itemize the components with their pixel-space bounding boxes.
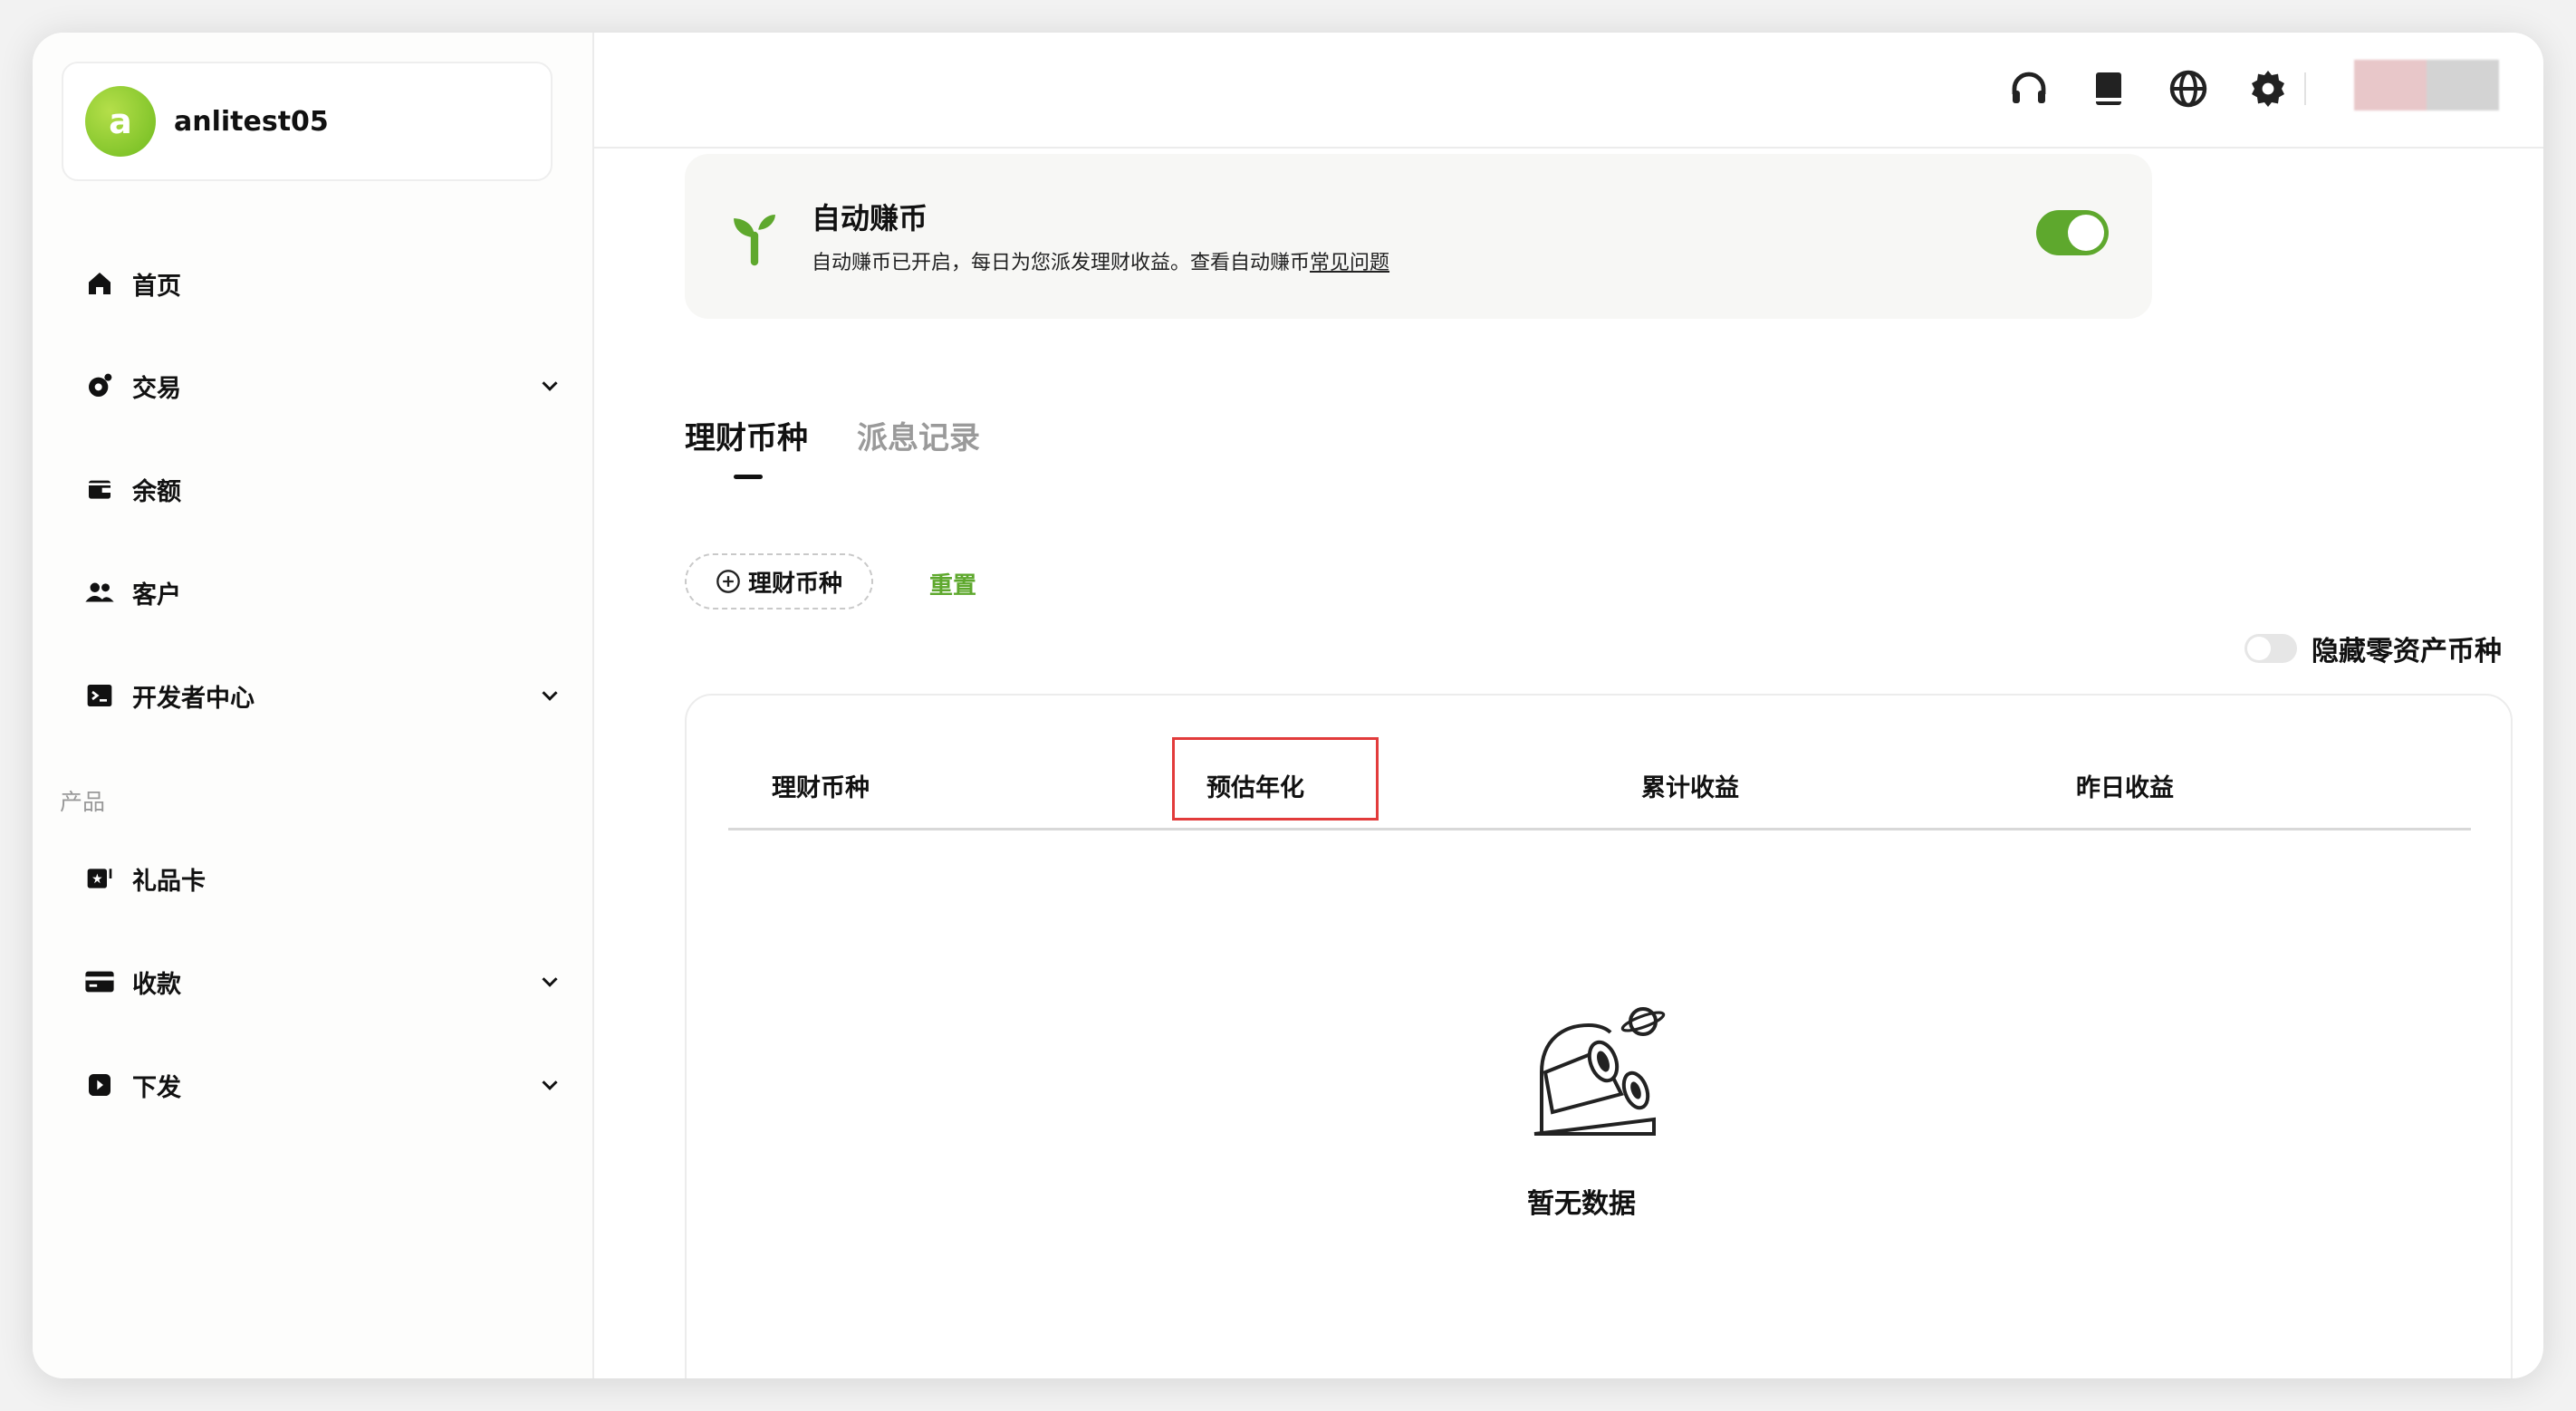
- app-window: a anlitest05 首页 交易 余额 客户 开发者中心 产品 礼品卡 收款…: [33, 33, 2543, 1378]
- tab-interest-records[interactable]: 派息记录: [857, 413, 980, 457]
- card-icon: [83, 965, 116, 998]
- customers-icon: [83, 576, 116, 609]
- sidebar-item-label: 首页: [132, 272, 181, 301]
- sidebar: a anlitest05 首页 交易 余额 客户 开发者中心 产品 礼品卡 收款…: [33, 33, 594, 1378]
- binoculars-empty-icon: [1533, 1007, 1666, 1136]
- coin-filter-label: 理财币种: [747, 570, 842, 598]
- hide-zero-label: 隐藏零资产币种: [2312, 636, 2502, 667]
- sidebar-item-collection[interactable]: 收款: [83, 955, 563, 1009]
- chevron-down-icon[interactable]: [536, 682, 563, 709]
- sidebar-item-developer[interactable]: 开发者中心: [83, 668, 563, 723]
- globe-icon[interactable]: [2167, 67, 2210, 110]
- sidebar-item-transaction[interactable]: 交易: [83, 359, 563, 413]
- sidebar-item-label: 客户: [132, 581, 181, 610]
- banner-desc-text: 自动赚币已开启，每日为您派发理财收益。查看自动赚币: [812, 252, 1311, 274]
- payout-icon: [83, 1069, 116, 1101]
- headset-icon[interactable]: [2007, 67, 2051, 110]
- transaction-icon: [83, 370, 116, 402]
- hide-zero-toggle[interactable]: [2244, 634, 2297, 663]
- banner-description: 自动赚币已开启，每日为您派发理财收益。查看自动赚币常见问题: [812, 246, 1389, 275]
- account-menu-redacted[interactable]: [2354, 60, 2499, 110]
- coin-filter-chip[interactable]: 理财币种: [685, 553, 873, 610]
- auto-earn-toggle[interactable]: [2036, 210, 2109, 255]
- sidebar-item-label: 交易: [132, 374, 181, 403]
- chevron-down-icon[interactable]: [536, 968, 563, 995]
- gift-card-icon: [83, 862, 116, 895]
- sidebar-item-payout[interactable]: 下发: [83, 1058, 563, 1112]
- sidebar-item-customers[interactable]: 客户: [83, 565, 563, 619]
- sidebar-item-label: 下发: [132, 1073, 181, 1102]
- banner-title: 自动赚币: [812, 201, 928, 235]
- plus-circle-icon: [716, 570, 740, 593]
- sidebar-item-label: 礼品卡: [132, 867, 206, 896]
- chevron-down-icon[interactable]: [536, 1071, 563, 1099]
- username: anlitest05: [174, 105, 329, 138]
- faq-link[interactable]: 常见问题: [1310, 252, 1389, 274]
- column-header-coin: 理财币种: [772, 774, 870, 802]
- terminal-icon: [83, 679, 116, 712]
- sidebar-item-label: 收款: [132, 970, 181, 999]
- column-header-total-earnings: 累计收益: [1641, 774, 1739, 802]
- sidebar-item-label: 开发者中心: [132, 684, 255, 713]
- highlight-box: [1172, 737, 1379, 821]
- tab-earn-coins[interactable]: 理财币种: [685, 413, 808, 457]
- section-label-products: 产品: [60, 789, 106, 815]
- user-card[interactable]: a anlitest05: [62, 62, 553, 181]
- sprout-icon: [734, 215, 775, 266]
- book-icon[interactable]: [2087, 67, 2130, 110]
- reset-button[interactable]: 重置: [929, 567, 976, 600]
- sidebar-item-home[interactable]: 首页: [83, 256, 563, 311]
- topbar-divider: [2304, 72, 2306, 105]
- auto-earn-banner: 自动赚币 自动赚币已开启，每日为您派发理财收益。查看自动赚币常见问题: [685, 154, 2152, 319]
- sidebar-item-label: 余额: [132, 477, 181, 506]
- chevron-down-icon[interactable]: [536, 372, 563, 399]
- home-icon: [83, 267, 116, 300]
- sidebar-item-balance[interactable]: 余额: [83, 462, 563, 516]
- column-header-yesterday-earnings: 昨日收益: [2076, 774, 2174, 802]
- gear-icon[interactable]: [2246, 67, 2290, 110]
- topbar: [594, 33, 2543, 149]
- sidebar-item-gift-card[interactable]: 礼品卡: [83, 851, 563, 906]
- avatar: a: [85, 86, 156, 157]
- table-header-divider: [728, 828, 2471, 830]
- empty-state-text: 暂无数据: [1527, 1188, 1636, 1220]
- wallet-icon: [83, 473, 116, 505]
- hide-zero-assets: 隐藏零资产币种: [2244, 629, 2502, 668]
- active-tab-indicator: [734, 475, 763, 479]
